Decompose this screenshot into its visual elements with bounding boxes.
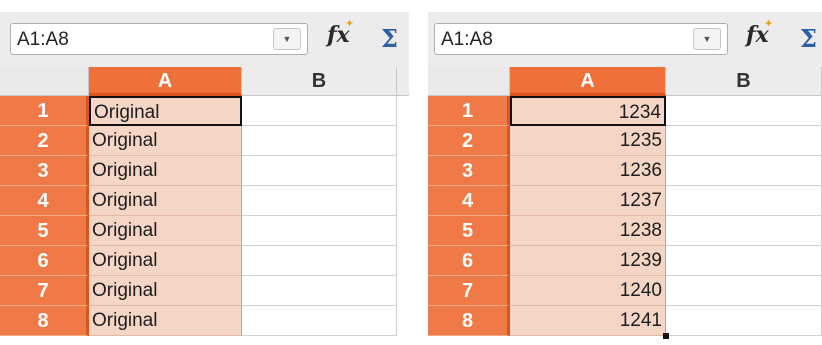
- cell-b4[interactable]: [666, 186, 822, 216]
- sum-icon[interactable]: Σ: [800, 24, 817, 53]
- cell-b3[interactable]: [242, 156, 397, 186]
- table-row: 7 1240: [428, 276, 822, 306]
- row-header[interactable]: 7: [0, 276, 89, 306]
- select-all-corner[interactable]: [428, 67, 510, 96]
- column-header-a[interactable]: A: [510, 67, 666, 96]
- cell-b4[interactable]: [242, 186, 397, 216]
- name-box-value: A1:A8: [17, 29, 69, 50]
- cell-a2[interactable]: 1235: [510, 126, 666, 156]
- cell-a4[interactable]: Original: [89, 186, 242, 216]
- cell-b6[interactable]: [666, 246, 822, 276]
- row-header[interactable]: 8: [428, 306, 510, 336]
- cell-a5[interactable]: Original: [89, 216, 242, 246]
- cell-b1[interactable]: [242, 96, 397, 126]
- cell-a8[interactable]: 1241: [510, 306, 666, 336]
- spreadsheet-panel-left: A1:A8 ▼ ✦ fx Σ A B 1 Original 2 Original…: [0, 12, 409, 345]
- table-row: 3 1236: [428, 156, 822, 186]
- function-wizard-icon[interactable]: fx: [746, 22, 769, 48]
- column-header-b[interactable]: B: [666, 67, 822, 96]
- chevron-down-icon[interactable]: ▼: [273, 28, 301, 50]
- table-row: 3 Original: [0, 156, 409, 186]
- row-header[interactable]: 4: [0, 186, 89, 216]
- table-row: 4 1237: [428, 186, 822, 216]
- table-row: 1 1234: [428, 96, 822, 126]
- name-box-value: A1:A8: [441, 29, 493, 50]
- chevron-down-icon[interactable]: ▼: [693, 28, 721, 50]
- table-row: 2 1235: [428, 126, 822, 156]
- row-header[interactable]: 7: [428, 276, 510, 306]
- cell-b7[interactable]: [242, 276, 397, 306]
- table-row: 5 1238: [428, 216, 822, 246]
- formula-toolbar: A1:A8 ▼ ✦ fx Σ: [0, 12, 409, 67]
- cell-a5[interactable]: 1238: [510, 216, 666, 246]
- row-header[interactable]: 4: [428, 186, 510, 216]
- table-row: 5 Original: [0, 216, 409, 246]
- cell-b5[interactable]: [666, 216, 822, 246]
- table-row: 8 Original: [0, 306, 409, 336]
- formula-toolbar: A1:A8 ▼ ✦ fx Σ: [428, 12, 822, 67]
- spreadsheet-panel-right: A1:A8 ▼ ✦ fx Σ A B 1 1234 2 1235 3 1236 …: [428, 12, 822, 345]
- cell-b2[interactable]: [666, 126, 822, 156]
- cell-a8[interactable]: Original: [89, 306, 242, 336]
- row-header[interactable]: 3: [0, 156, 89, 186]
- cell-a6[interactable]: Original: [89, 246, 242, 276]
- cell-b8[interactable]: [666, 306, 822, 336]
- row-header[interactable]: 1: [428, 96, 510, 126]
- column-header-c[interactable]: [397, 67, 409, 96]
- select-all-corner[interactable]: [0, 67, 89, 96]
- row-header[interactable]: 5: [0, 216, 89, 246]
- table-row: 7 Original: [0, 276, 409, 306]
- sheet-grid: A B 1 1234 2 1235 3 1236 4 1237 5 1238 6…: [428, 67, 822, 345]
- column-header-b[interactable]: B: [242, 67, 397, 96]
- table-row: 6 1239: [428, 246, 822, 276]
- cell-a1[interactable]: Original: [89, 96, 242, 126]
- cell-a4[interactable]: 1237: [510, 186, 666, 216]
- cell-b5[interactable]: [242, 216, 397, 246]
- cell-a7[interactable]: Original: [89, 276, 242, 306]
- fill-handle[interactable]: [663, 333, 669, 339]
- row-header[interactable]: 8: [0, 306, 89, 336]
- row-header[interactable]: 1: [0, 96, 89, 126]
- cell-a1[interactable]: 1234: [510, 96, 666, 126]
- cell-a3[interactable]: Original: [89, 156, 242, 186]
- cell-b1[interactable]: [666, 96, 822, 126]
- row-header[interactable]: 6: [0, 246, 89, 276]
- cell-b6[interactable]: [242, 246, 397, 276]
- table-row: 4 Original: [0, 186, 409, 216]
- cell-b8[interactable]: [242, 306, 397, 336]
- table-row: 1 Original: [0, 96, 409, 126]
- function-wizard-icon[interactable]: fx: [327, 22, 350, 48]
- cell-b2[interactable]: [242, 126, 397, 156]
- sheet-grid: A B 1 Original 2 Original 3 Original 4 O…: [0, 67, 409, 345]
- table-row: 8 1241: [428, 306, 822, 336]
- cell-a2[interactable]: Original: [89, 126, 242, 156]
- row-header[interactable]: 6: [428, 246, 510, 276]
- cell-a6[interactable]: 1239: [510, 246, 666, 276]
- row-header[interactable]: 2: [428, 126, 510, 156]
- name-box[interactable]: A1:A8 ▼: [434, 23, 728, 55]
- column-header-a[interactable]: A: [89, 67, 242, 96]
- row-header[interactable]: 5: [428, 216, 510, 246]
- table-row: 6 Original: [0, 246, 409, 276]
- row-header[interactable]: 3: [428, 156, 510, 186]
- name-box[interactable]: A1:A8 ▼: [10, 23, 308, 55]
- cell-b7[interactable]: [666, 276, 822, 306]
- sum-icon[interactable]: Σ: [381, 24, 398, 53]
- row-header[interactable]: 2: [0, 126, 89, 156]
- cell-a3[interactable]: 1236: [510, 156, 666, 186]
- table-row: 2 Original: [0, 126, 409, 156]
- cell-a7[interactable]: 1240: [510, 276, 666, 306]
- cell-b3[interactable]: [666, 156, 822, 186]
